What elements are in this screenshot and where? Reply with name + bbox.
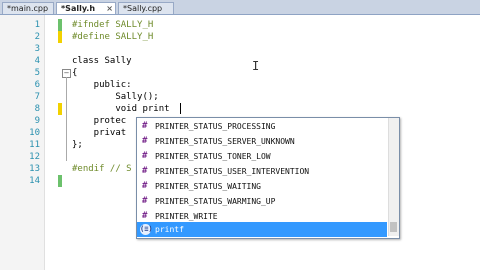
suggestion-label: printf (155, 225, 184, 234)
code-line: 4 class Sally (0, 55, 480, 67)
suggestion-label: PRINTER_STATUS_WAITING (155, 182, 261, 191)
line-number: 11 (29, 140, 40, 150)
code-text: #define SALLY_H (72, 32, 154, 42)
code-text: #endif // S (72, 164, 132, 174)
code-line: 3 (0, 43, 480, 55)
list-item[interactable]: # PRINTER_STATUS_USER_INTERVENTION (137, 164, 387, 179)
code-text: void print (72, 104, 170, 114)
macro-icon: # (142, 166, 148, 176)
code-line: 8 void print (0, 103, 480, 115)
suggestion-label: PRINTER_STATUS_WARMING_UP (155, 197, 276, 206)
code-text: class Sally (72, 56, 132, 66)
change-marker (58, 103, 62, 115)
code-line: 2 #define SALLY_H (0, 31, 480, 43)
tab-sally-cpp[interactable]: *Sally.cpp (118, 2, 174, 14)
line-number: 13 (29, 164, 40, 174)
code-text: protec (72, 116, 127, 126)
code-text: #ifndef SALLY_H (72, 20, 154, 30)
line-number: 10 (29, 128, 40, 138)
code-line: 5 − { (0, 67, 480, 79)
intellisense-popup[interactable]: # PRINTER_STATUS_PROCESSING # PRINTER_ST… (136, 117, 400, 239)
tab-label: *Sally.cpp (123, 4, 163, 13)
tab-label: *Sally.h (61, 4, 96, 13)
line-number: 5 (34, 68, 40, 78)
list-item[interactable]: # PRINTER_STATUS_WARMING_UP (137, 194, 387, 209)
code-text: Sally(); (72, 92, 159, 102)
line-number: 6 (34, 80, 40, 90)
text-caret (180, 103, 181, 114)
popup-scrollbar[interactable] (388, 118, 399, 236)
line-number: 12 (29, 152, 40, 162)
code-line: 1 #ifndef SALLY_H (0, 19, 480, 31)
line-number: 8 (34, 104, 40, 114)
suggestion-label: PRINTER_STATUS_USER_INTERVENTION (155, 167, 310, 176)
macro-icon: # (142, 121, 148, 131)
list-item[interactable]: # PRINTER_STATUS_WAITING (137, 179, 387, 194)
macro-icon: # (142, 136, 148, 146)
suggestion-label: PRINTER_STATUS_SERVER_UNKNOWN (155, 137, 295, 146)
code-text: privat (72, 128, 127, 138)
suggestion-label: PRINTER_STATUS_TONER_LOW (155, 152, 271, 161)
code-line: 7 Sally(); (0, 91, 480, 103)
close-icon[interactable]: × (106, 3, 113, 15)
ibeam-cursor-icon: I (252, 59, 260, 73)
list-item[interactable]: # PRINTER_STATUS_SERVER_UNKNOWN (137, 134, 387, 149)
function-icon: (≡) (140, 224, 153, 235)
change-marker (58, 175, 62, 187)
code-text: }; (72, 140, 83, 150)
change-marker (58, 31, 62, 43)
scrollbar-thumb[interactable] (390, 222, 397, 232)
list-item[interactable]: # PRINTER_STATUS_PROCESSING (137, 119, 387, 134)
line-number: 7 (34, 92, 40, 102)
code-line: 6 public: (0, 79, 480, 91)
code-text: public: (72, 80, 132, 90)
line-number: 1 (34, 20, 40, 30)
suggestion-label: PRINTER_STATUS_PROCESSING (155, 122, 276, 131)
tab-label: *main.cpp (7, 4, 49, 13)
macro-icon: # (142, 196, 148, 206)
document-tab-bar: *main.cpp *Sally.h × *Sally.cpp (0, 0, 480, 15)
line-number: 3 (34, 44, 40, 54)
change-marker (58, 19, 62, 31)
line-number: 14 (29, 176, 40, 186)
list-item-selected[interactable]: (≡) printf (137, 222, 387, 237)
tab-main-cpp[interactable]: *main.cpp (2, 2, 54, 14)
macro-icon: # (142, 181, 148, 191)
line-number: 2 (34, 32, 40, 42)
list-item[interactable]: # PRINTER_STATUS_TONER_LOW (137, 149, 387, 164)
code-text: { (72, 68, 78, 78)
macro-icon: # (142, 151, 148, 161)
tab-sally-h[interactable]: *Sally.h × (56, 2, 116, 14)
line-number: 9 (34, 116, 40, 126)
line-number: 4 (34, 56, 40, 66)
